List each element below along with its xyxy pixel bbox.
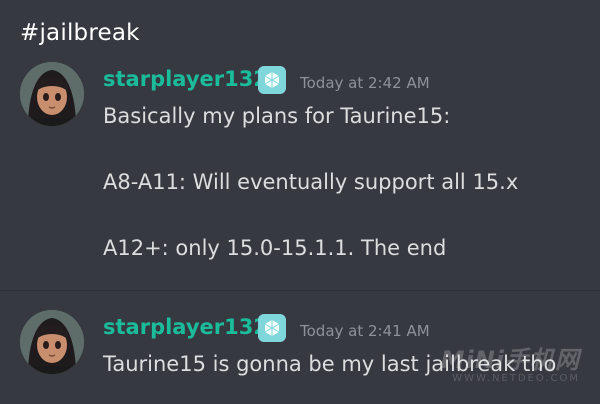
avatar[interactable] [20, 310, 84, 374]
message-line: Basically my plans for Taurine15: [103, 104, 451, 128]
watermark-subtext: WWW.NETDEO.COM [452, 373, 580, 384]
avatar[interactable] [20, 62, 84, 126]
username[interactable]: starplayer132 [103, 315, 268, 339]
username[interactable]: starplayer132 [103, 67, 268, 91]
anime-avatar-icon [20, 310, 84, 374]
message-divider [0, 290, 600, 291]
anime-avatar-icon [20, 62, 84, 126]
message-line: A12+: only 15.0-15.1.1. The end [103, 236, 447, 260]
message-line: A8-A11: Will eventually support all 15.x [103, 170, 519, 194]
watermark: MiNi手机网 WWW.NETDEO.COM [441, 340, 580, 384]
channel-title: #jailbreak [20, 20, 140, 46]
app-badge-icon [258, 66, 286, 94]
watermark-text: MiNi手机网 [440, 346, 580, 374]
timestamp: Today at 2:41 AM [300, 322, 430, 340]
app-badge-icon [258, 314, 286, 342]
timestamp: Today at 2:42 AM [300, 74, 430, 92]
